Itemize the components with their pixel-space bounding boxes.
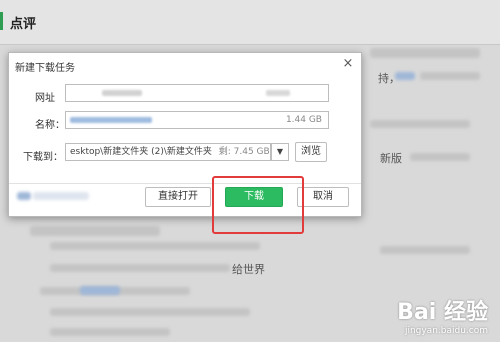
blurred-text <box>370 48 480 58</box>
highlight-box <box>212 176 304 234</box>
url-label: 网址 <box>35 93 55 104</box>
blurred-text <box>380 246 470 254</box>
page-header: 点评 <box>0 0 500 45</box>
open-directly-button[interactable]: 直接打开 <box>145 187 211 207</box>
blurred-text <box>33 192 89 200</box>
blurred-text <box>370 120 470 128</box>
blurred-text <box>30 226 160 236</box>
watermark-brand: Bai 经验 <box>397 300 488 325</box>
blurred-text <box>80 286 120 295</box>
watermark-url: jingyan.baidu.com <box>404 326 488 336</box>
save-path: esktop\新建文件夹 (2)\新建文件夹 <box>70 147 212 157</box>
free-space: 剩: 7.45 GB <box>218 147 270 157</box>
blurred-text <box>50 308 250 316</box>
blurred-url <box>266 90 290 96</box>
baidu-watermark: Bai 经验 jingyan.baidu.com <box>397 294 488 336</box>
chevron-down-icon[interactable]: ▼ <box>271 143 289 161</box>
blurred-text <box>50 264 230 272</box>
new-download-dialog: 新建下载任务 × 网址 名称： 1.44 GB 下载到： esktop\新建文件… <box>8 52 362 217</box>
close-icon[interactable]: × <box>341 57 355 71</box>
bg-snippet: 给世界 <box>232 263 265 276</box>
save-to-label: 下载到： <box>23 152 63 163</box>
save-path-field[interactable]: esktop\新建文件夹 (2)\新建文件夹 剩: 7.45 GB <box>65 143 271 161</box>
blurred-text <box>50 328 170 336</box>
blurred-text <box>410 153 470 161</box>
blurred-filename <box>70 117 152 123</box>
divider <box>9 183 361 184</box>
blurred-text <box>50 242 260 250</box>
url-field[interactable] <box>65 84 329 102</box>
dialog-title: 新建下载任务 <box>15 63 75 74</box>
name-label: 名称： <box>35 120 65 131</box>
browse-button[interactable]: 浏览 <box>295 142 327 162</box>
filename-field[interactable]: 1.44 GB <box>65 111 329 129</box>
header-accent <box>0 12 3 30</box>
cancel-button[interactable]: 取消 <box>297 187 349 207</box>
blurred-text <box>17 192 31 200</box>
blurred-url <box>102 90 142 96</box>
file-size: 1.44 GB <box>285 115 322 125</box>
blurred-text <box>420 72 480 80</box>
bg-snippet: 持， <box>378 72 400 85</box>
section-title: 点评 <box>10 17 37 32</box>
bg-snippet: 新版 <box>380 152 402 165</box>
